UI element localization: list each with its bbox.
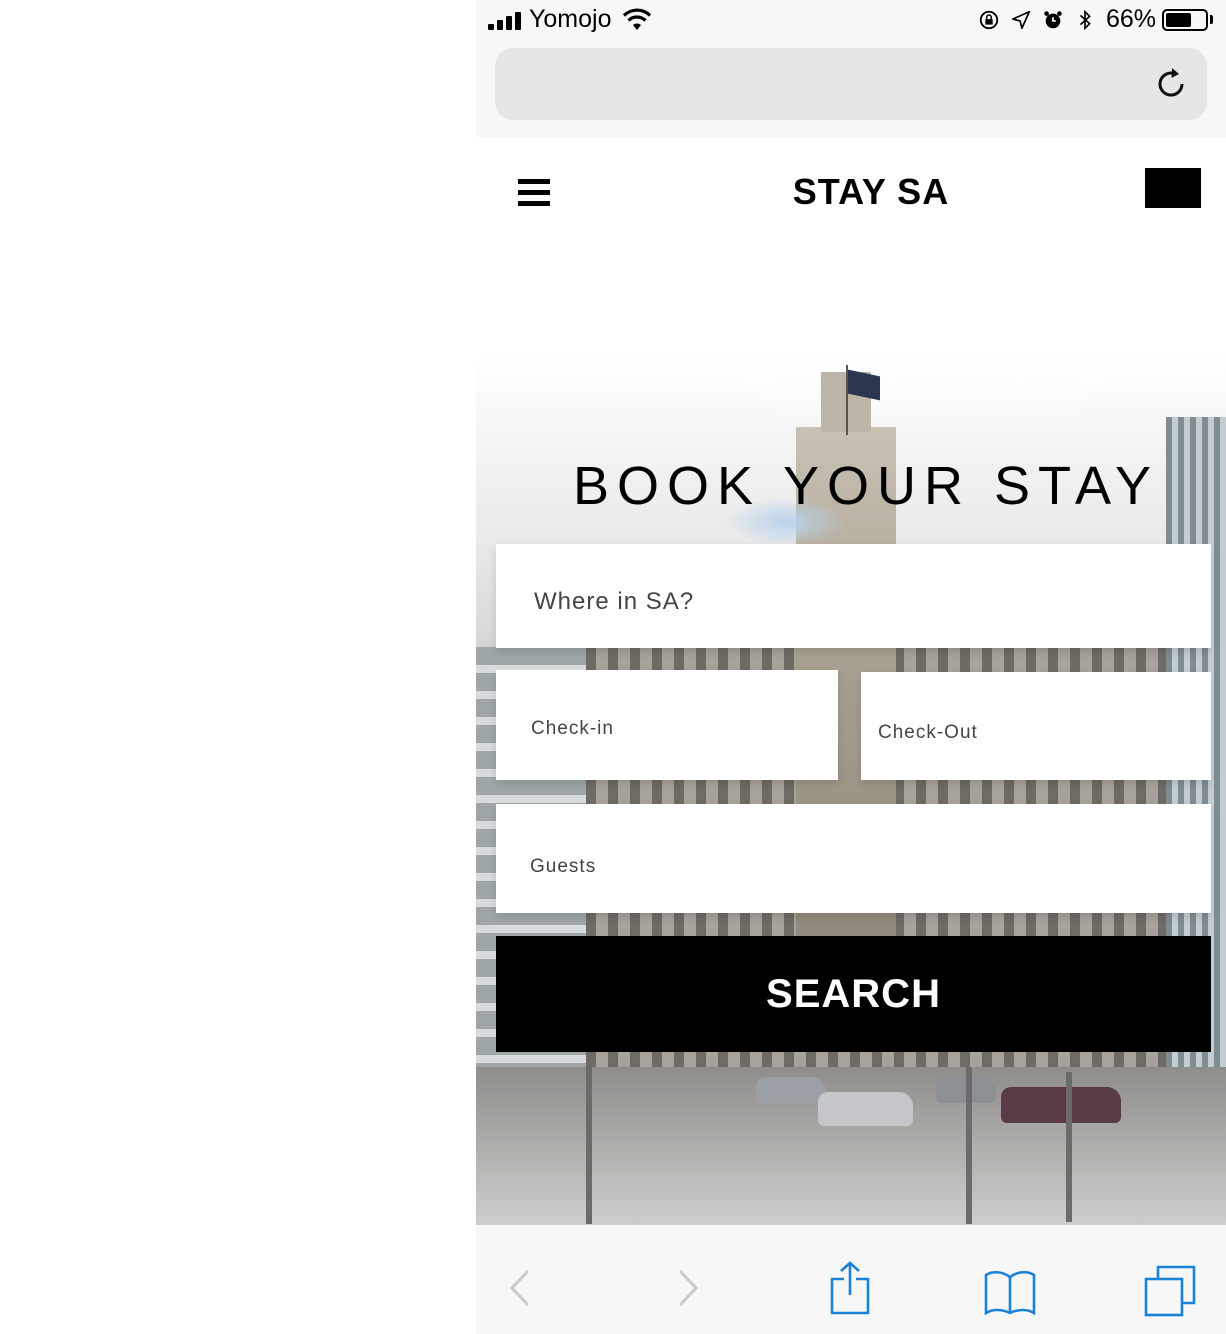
header-action-box[interactable] [1145,168,1201,208]
tabs-icon[interactable] [1144,1265,1196,1317]
bookmarks-icon[interactable] [984,1269,1036,1315]
guests-input[interactable]: Guests [496,804,1211,913]
hero-pole [966,1067,972,1224]
checkout-placeholder: Check-Out [878,722,978,743]
destination-input[interactable]: Where in SA? [496,544,1211,648]
battery-cap [1210,15,1213,24]
brand-logo[interactable]: STAY SA [476,171,1226,213]
hero-car [756,1077,826,1103]
browser-toolbar [476,1224,1226,1334]
hero-car [1001,1087,1121,1123]
hero-pole [1066,1072,1072,1222]
browser-address-area [476,42,1226,137]
share-icon[interactable] [830,1261,870,1315]
status-right-group: 66% [978,5,1156,34]
location-arrow-icon [1011,10,1031,29]
alarm-icon [1044,10,1062,28]
checkout-input[interactable]: Check-Out [861,672,1211,780]
status-bar: Yomojo 66% [476,0,1226,42]
orientation-lock-icon [979,10,999,29]
carrier-name: Yomojo [529,5,612,33]
forward-icon[interactable] [676,1269,700,1307]
phone-screen: Yomojo 66% STAY SA BOOK YOUR STAY Where … [476,0,1226,1334]
battery-level-fill [1166,13,1191,27]
address-bar[interactable] [495,48,1207,120]
hero-headline: BOOK YOUR STAY [572,456,1160,516]
cellular-signal-icon [488,12,522,30]
wifi-icon [622,8,652,30]
battery-icon [1162,9,1208,31]
search-button[interactable]: SEARCH [496,936,1211,1052]
checkin-input[interactable]: Check-in [496,670,838,780]
destination-placeholder: Where in SA? [534,588,695,615]
reload-icon[interactable] [1153,66,1189,102]
checkin-placeholder: Check-in [531,718,614,739]
hero-car [818,1092,913,1126]
site-header: STAY SA [476,137,1226,247]
hero-section: STAY SA BOOK YOUR STAY Where in SA? Chec… [476,137,1226,1224]
battery-percentage: 66% [1105,5,1156,33]
back-icon[interactable] [508,1269,532,1307]
guests-placeholder: Guests [530,856,597,877]
bluetooth-icon [1079,9,1091,30]
hero-pole [586,1067,592,1224]
